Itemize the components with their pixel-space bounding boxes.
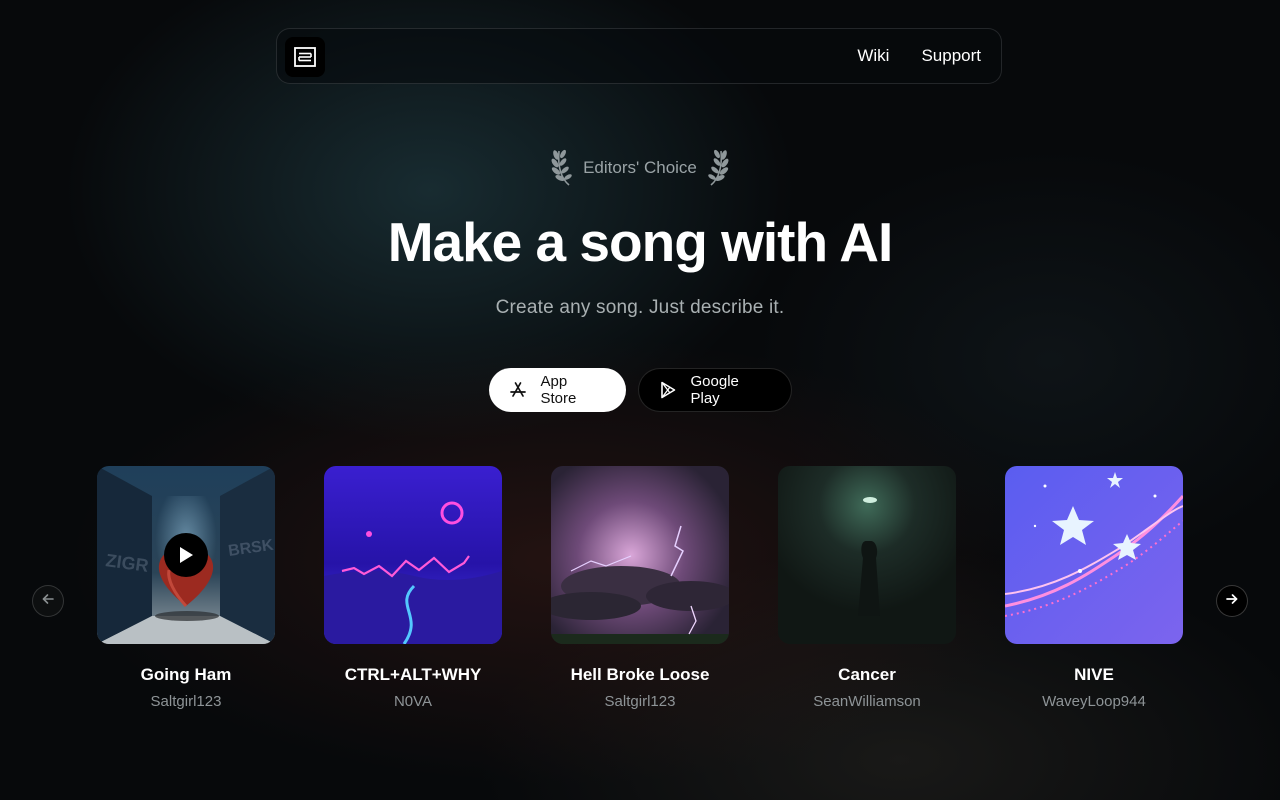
laurel-right-icon: [705, 145, 729, 192]
hero-title: Make a song with AI: [387, 211, 894, 273]
laurel-left-icon: [551, 145, 575, 192]
hero-subtitle: Create any song. Just describe it.: [495, 297, 785, 318]
app-store-icon: [509, 381, 527, 399]
song-cover-image: [1005, 466, 1183, 644]
top-navbar: Wiki Support: [276, 28, 1002, 84]
song-card[interactable]: ZIGR BRSK Going Ham Saltgirl123: [97, 466, 275, 710]
editors-choice-text: Editors' Choice: [583, 158, 697, 177]
song-card[interactable]: NIVE WaveyLoop944: [1005, 466, 1183, 710]
song-carousel: ZIGR BRSK Going Ham Saltgirl123 CTRL+ALT…: [0, 466, 1280, 726]
google-play-icon: [659, 381, 677, 399]
song-cover-image: [324, 466, 502, 644]
song-artist[interactable]: WaveyLoop944: [1005, 693, 1183, 710]
song-title: NIVE: [1074, 665, 1114, 684]
song-card[interactable]: Cancer SeanWilliamson: [778, 466, 956, 710]
song-title: Going Ham: [140, 665, 232, 684]
song-cover-image: ZIGR BRSK: [97, 466, 275, 644]
nav-links: Wiki Support: [857, 29, 981, 83]
nav-link-wiki[interactable]: Wiki: [857, 46, 889, 66]
song-title: Cancer: [838, 665, 896, 684]
song-title: CTRL+ALT+WHY: [344, 665, 482, 684]
song-cover-image: [778, 466, 956, 644]
google-play-label: Google Play: [690, 373, 739, 407]
store-buttons: App Store Google Play: [0, 368, 1280, 412]
song-card[interactable]: CTRL+ALT+WHY N0VA: [324, 466, 502, 710]
nav-link-support[interactable]: Support: [921, 46, 981, 66]
song-artist[interactable]: Saltgirl123: [551, 693, 729, 710]
app-logo-icon[interactable]: [285, 37, 325, 77]
play-button[interactable]: [164, 533, 208, 577]
app-store-button[interactable]: App Store: [488, 368, 626, 412]
play-icon: [178, 546, 194, 564]
editors-choice-badge: Editors' Choice: [0, 146, 1280, 190]
song-title: Hell Broke Loose: [570, 665, 710, 684]
song-card[interactable]: Hell Broke Loose Saltgirl123: [551, 466, 729, 710]
song-artist[interactable]: N0VA: [324, 693, 502, 710]
app-store-label: App Store: [540, 373, 577, 407]
song-artist[interactable]: SeanWilliamson: [778, 693, 956, 710]
song-cover-image: [551, 466, 729, 644]
song-artist[interactable]: Saltgirl123: [97, 693, 275, 710]
google-play-button[interactable]: Google Play: [637, 368, 792, 412]
